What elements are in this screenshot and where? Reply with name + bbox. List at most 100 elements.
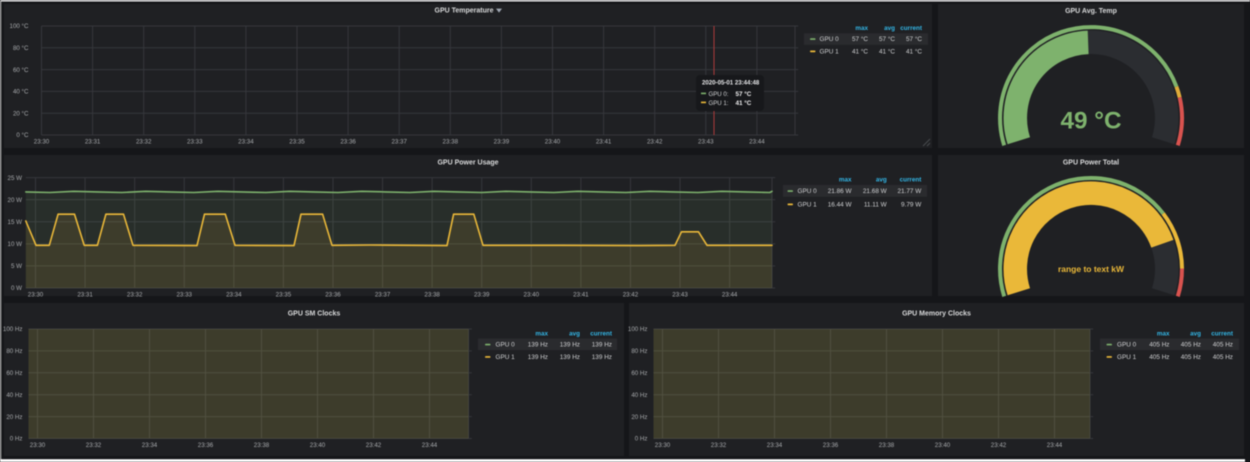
svg-text:57 °C: 57 °C	[852, 35, 868, 43]
svg-text:139 Hz: 139 Hz	[528, 354, 548, 361]
svg-text:23:38: 23:38	[254, 442, 270, 449]
svg-text:21.86 W: 21.86 W	[828, 188, 853, 195]
svg-text:23:34: 23:34	[142, 442, 158, 449]
svg-text:100 Hz: 100 Hz	[3, 326, 23, 333]
svg-text:60 °C: 60 °C	[13, 67, 29, 74]
svg-text:23:33: 23:33	[187, 139, 203, 146]
svg-text:current: current	[900, 177, 923, 184]
svg-text:405 Hz: 405 Hz	[1181, 354, 1201, 361]
svg-text:23:38: 23:38	[879, 442, 895, 449]
svg-text:GPU 0: GPU 0	[820, 36, 840, 43]
svg-text:23:32: 23:32	[86, 442, 102, 449]
svg-text:23:37: 23:37	[375, 292, 391, 299]
svg-text:avg: avg	[569, 331, 580, 338]
svg-text:GPU Memory Clocks: GPU Memory Clocks	[902, 311, 971, 318]
svg-text:23:42: 23:42	[366, 442, 382, 449]
svg-text:139 Hz: 139 Hz	[560, 342, 580, 349]
svg-text:405 Hz: 405 Hz	[1181, 342, 1201, 349]
svg-text:139 Hz: 139 Hz	[560, 354, 580, 361]
svg-text:405 Hz: 405 Hz	[1149, 342, 1169, 349]
svg-text:max: max	[1157, 331, 1170, 338]
svg-text:range to text kW: range to text kW	[1058, 264, 1125, 274]
svg-text:21.68 W: 21.68 W	[863, 188, 888, 195]
svg-text:40 °C: 40 °C	[13, 89, 29, 96]
svg-text:GPU Temperature: GPU Temperature	[435, 8, 494, 15]
svg-text:23:36: 23:36	[198, 442, 214, 449]
svg-text:23:30: 23:30	[34, 139, 50, 146]
svg-text:23:30: 23:30	[28, 292, 44, 299]
svg-text:80 Hz: 80 Hz	[631, 348, 647, 355]
svg-text:GPU Avg. Temp: GPU Avg. Temp	[1065, 8, 1117, 15]
svg-text:41 °C: 41 °C	[736, 99, 752, 107]
svg-text:23:39: 23:39	[494, 139, 510, 146]
svg-text:40 Hz: 40 Hz	[6, 392, 22, 399]
svg-text:23:44: 23:44	[422, 442, 438, 449]
svg-text:current: current	[1211, 331, 1234, 338]
svg-text:40 Hz: 40 Hz	[631, 392, 647, 399]
svg-text:23:40: 23:40	[545, 139, 561, 146]
svg-text:GPU 0: GPU 0	[496, 342, 516, 349]
svg-text:20 Hz: 20 Hz	[6, 414, 22, 421]
svg-text:23:44: 23:44	[749, 139, 765, 146]
svg-text:current: current	[590, 331, 613, 338]
svg-text:GPU 0:: GPU 0:	[709, 91, 729, 98]
svg-text:GPU 1: GPU 1	[496, 354, 516, 361]
svg-text:23:37: 23:37	[391, 139, 407, 146]
svg-text:20 °C: 20 °C	[13, 110, 29, 117]
svg-text:23:32: 23:32	[711, 442, 727, 449]
svg-text:23:42: 23:42	[623, 292, 639, 299]
svg-text:GPU SM Clocks: GPU SM Clocks	[288, 311, 341, 318]
svg-text:23:31: 23:31	[77, 292, 93, 299]
svg-text:15 W: 15 W	[8, 219, 23, 226]
svg-text:41 °C: 41 °C	[879, 47, 895, 55]
svg-text:GPU 1: GPU 1	[798, 201, 818, 208]
svg-text:10 W: 10 W	[8, 241, 23, 248]
svg-text:49 °C: 49 °C	[1060, 108, 1121, 135]
svg-text:23:43: 23:43	[672, 292, 688, 299]
svg-text:GPU 0: GPU 0	[1117, 342, 1137, 349]
svg-text:23:40: 23:40	[310, 442, 326, 449]
svg-text:139 Hz: 139 Hz	[592, 342, 612, 349]
svg-text:405 Hz: 405 Hz	[1213, 342, 1233, 349]
svg-text:23:33: 23:33	[176, 292, 192, 299]
svg-text:2020-05-01 23:44:48: 2020-05-01 23:44:48	[702, 80, 760, 87]
svg-text:41 °C: 41 °C	[852, 47, 868, 55]
svg-text:GPU 1: GPU 1	[820, 48, 840, 55]
svg-text:57 °C: 57 °C	[906, 35, 922, 43]
svg-text:23:41: 23:41	[573, 292, 589, 299]
svg-text:20 Hz: 20 Hz	[631, 414, 647, 421]
svg-text:9.79 W: 9.79 W	[901, 201, 922, 208]
svg-text:23:40: 23:40	[935, 442, 951, 449]
svg-text:GPU 1: GPU 1	[1117, 354, 1137, 361]
svg-text:139 Hz: 139 Hz	[592, 354, 612, 361]
svg-text:GPU 1:: GPU 1:	[709, 100, 729, 107]
svg-text:80 Hz: 80 Hz	[6, 348, 22, 355]
svg-text:23:40: 23:40	[524, 292, 540, 299]
svg-text:23:35: 23:35	[276, 292, 292, 299]
svg-text:21.77 W: 21.77 W	[897, 188, 922, 195]
svg-text:23:44: 23:44	[1047, 442, 1063, 449]
svg-text:23:42: 23:42	[647, 139, 663, 146]
svg-text:139 Hz: 139 Hz	[528, 342, 548, 349]
svg-text:16.44 W: 16.44 W	[828, 201, 853, 208]
svg-text:60 Hz: 60 Hz	[6, 370, 22, 377]
svg-text:405 Hz: 405 Hz	[1149, 354, 1169, 361]
svg-text:23:34: 23:34	[238, 139, 254, 146]
svg-text:max: max	[535, 331, 548, 338]
svg-text:23:44: 23:44	[722, 292, 738, 299]
svg-text:23:34: 23:34	[226, 292, 242, 299]
svg-text:GPU Power Usage: GPU Power Usage	[437, 160, 498, 167]
svg-text:60 Hz: 60 Hz	[631, 370, 647, 377]
svg-text:0 W: 0 W	[11, 285, 22, 292]
svg-text:avg: avg	[876, 177, 887, 184]
svg-text:23:30: 23:30	[655, 442, 671, 449]
svg-text:23:39: 23:39	[474, 292, 490, 299]
svg-text:11.11 W: 11.11 W	[864, 201, 888, 208]
svg-text:23:32: 23:32	[127, 292, 143, 299]
svg-text:23:42: 23:42	[991, 442, 1007, 449]
svg-text:100 °C: 100 °C	[10, 23, 30, 30]
svg-text:57 °C: 57 °C	[879, 35, 895, 43]
svg-text:max: max	[855, 25, 868, 32]
svg-text:avg: avg	[1190, 331, 1201, 338]
svg-text:25 W: 25 W	[8, 175, 23, 182]
